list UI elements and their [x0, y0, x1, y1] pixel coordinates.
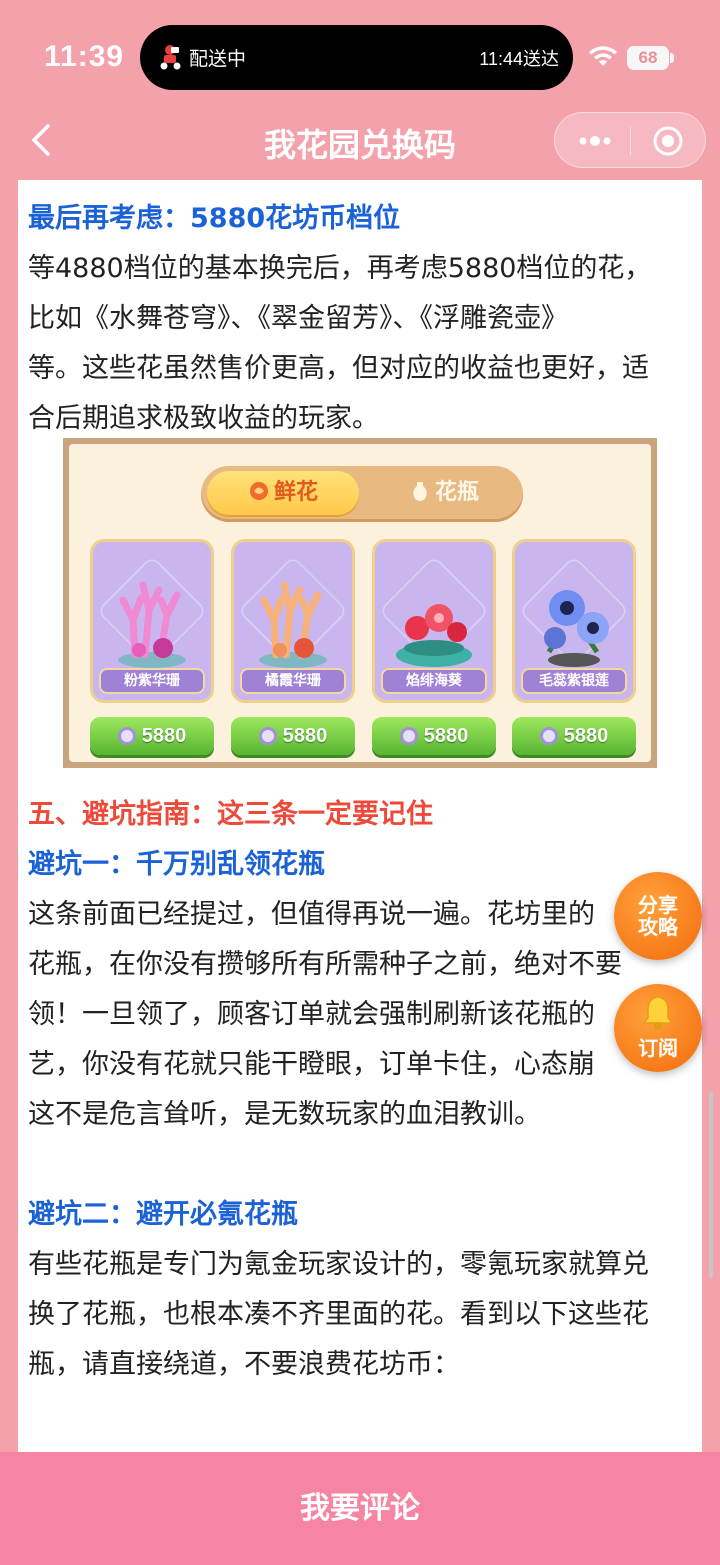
- orange-coral-image: [259, 581, 327, 668]
- paragraph-line: 有些花瓶是专门为氪金玩家设计的，零氪玩家就算兑: [28, 1249, 649, 1280]
- paragraph-line: 瓶，请直接绕道，不要浪费花坊币：: [28, 1349, 460, 1380]
- paragraph-line: 等。这些花虽然售价更高，但对应的收益也更好，适: [28, 353, 649, 384]
- paragraph-line: 艺，你没有花就只能干瞪眼，订单卡住，心态崩: [28, 1049, 595, 1080]
- flower-card: 粉紫华珊: [90, 539, 214, 703]
- tab-vases-label: 花瓶: [434, 480, 479, 505]
- delivery-rider-icon: [160, 45, 181, 70]
- price-button: 5880: [90, 717, 214, 755]
- delivery-eta: 11:44送达: [479, 49, 559, 69]
- coin-icon: [399, 727, 418, 745]
- more-dots-icon[interactable]: [577, 131, 613, 151]
- tab-flowers-label: 鲜花: [273, 480, 318, 505]
- paragraph-line: 领！一旦领了，顾客订单就会强制刷新该花瓶的: [28, 999, 595, 1030]
- wifi-icon: [589, 46, 617, 66]
- tab-vases: 花瓶: [371, 471, 517, 515]
- price-button: 5880: [512, 717, 636, 755]
- capsule-divider: [630, 127, 631, 155]
- battery-level: 68: [627, 46, 669, 70]
- rose-icon: [249, 482, 268, 500]
- battery-cap: [670, 53, 674, 63]
- status-bar: 11:39 配送中 11:44送达 68: [0, 0, 720, 112]
- flower-vase-tab-group: 鲜花 花瓶: [201, 466, 523, 522]
- red-anemone-image: [396, 604, 472, 667]
- share-label-line1: 分享: [638, 893, 678, 917]
- tab-flowers: 鲜花: [207, 471, 359, 515]
- flower-name: 粉紫华珊: [99, 668, 205, 694]
- flower-name: 橘霞华珊: [240, 668, 346, 694]
- scrollbar[interactable]: [709, 1092, 713, 1278]
- price-button: 5880: [372, 717, 496, 755]
- section-heading: 最后再考虑：5880花坊币档位: [28, 203, 401, 234]
- price-value: 5880: [423, 725, 469, 747]
- flower-card: 焰绯海葵: [372, 539, 496, 703]
- pink-coral-image: [118, 581, 186, 668]
- price-value: 5880: [141, 725, 187, 747]
- vase-icon: [413, 482, 427, 501]
- game-screenshot-image[interactable]: 鲜花 花瓶 粉紫华珊 橘霞华珊 焰绯海葵 毛蕊紫银莲 5880 5880 588…: [63, 438, 657, 768]
- close-target-icon[interactable]: [652, 125, 684, 157]
- share-label-line2: 攻略: [638, 915, 678, 939]
- subscribe-button[interactable]: 订阅: [614, 984, 702, 1072]
- price-button: 5880: [231, 717, 355, 755]
- coin-icon: [539, 727, 558, 745]
- paragraph-line: 合后期追求极致收益的玩家。: [28, 403, 379, 434]
- nav-bar: 我花园兑换码: [0, 100, 720, 180]
- flower-card: 橘霞华珊: [231, 539, 355, 703]
- delivery-live-activity[interactable]: 配送中 11:44送达: [140, 25, 573, 90]
- bottom-bar: 我要评论: [0, 1452, 720, 1565]
- section-heading: 五、避坑指南：这三条一定要记住: [28, 799, 433, 830]
- game-shop-panel: 鲜花 花瓶 粉紫华珊 橘霞华珊 焰绯海葵 毛蕊紫银莲 5880 5880 588…: [69, 444, 651, 762]
- flower-name: 焰绯海葵: [381, 668, 487, 694]
- status-time: 11:39: [44, 40, 125, 73]
- paragraph-line: 花瓶，在你没有攒够所有所需种子之前，绝对不要: [28, 949, 622, 980]
- coin-icon: [258, 727, 277, 745]
- paragraph-line: 比如《水舞苍穹》、《翠金留芳》、《浮雕瓷壶》: [28, 303, 568, 334]
- flower-card: 毛蕊紫银莲: [512, 539, 636, 703]
- miniprogram-capsule: [554, 112, 706, 168]
- comment-button[interactable]: 我要评论: [0, 1452, 720, 1565]
- coin-icon: [117, 727, 136, 745]
- price-value: 5880: [563, 725, 609, 747]
- subsection-heading: 避坑二：避开必氪花瓶: [28, 1199, 298, 1230]
- flower-name: 毛蕊紫银莲: [521, 668, 627, 694]
- delivery-status: 配送中: [189, 48, 247, 70]
- subscribe-label: 订阅: [638, 1036, 678, 1060]
- paragraph-line: 等4880档位的基本换完后，再考虑5880档位的花，: [28, 253, 652, 284]
- paragraph-line: 这条前面已经提过，但值得再说一遍。花坊里的: [28, 899, 595, 930]
- article-content[interactable]: 最后再考虑：5880花坊币档位 等4880档位的基本换完后，再考虑5880档位的…: [18, 180, 702, 1452]
- price-value: 5880: [282, 725, 328, 747]
- subsection-heading: 避坑一：千万别乱领花瓶: [28, 849, 325, 880]
- bell-icon: [642, 996, 674, 1030]
- paragraph-line: 这不是危言耸听，是无数玩家的血泪教训。: [28, 1099, 541, 1130]
- paragraph-line: 换了花瓶，也根本凑不齐里面的花。看到以下这些花: [28, 1299, 649, 1330]
- blue-anemone-image: [544, 590, 609, 667]
- share-guide-button[interactable]: 分享 攻略: [614, 872, 702, 960]
